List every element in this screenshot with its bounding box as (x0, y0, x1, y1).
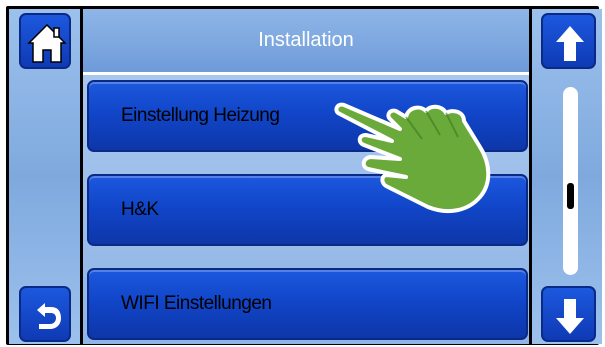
pointing-hand-icon (334, 102, 491, 214)
scroll-down-button[interactable] (541, 286, 596, 342)
header-bar: Installation (83, 9, 529, 75)
scroll-up-button[interactable] (541, 13, 596, 69)
scrollbar-thumb[interactable] (567, 183, 574, 209)
arrow-down-icon (556, 299, 584, 334)
page-title: Installation (258, 29, 354, 51)
installation-screen: Installation Einstellung Heizung H&K WIF… (0, 0, 605, 347)
home-button[interactable] (19, 13, 71, 69)
back-arrow-icon (37, 303, 61, 329)
menu-item-label: WIFI Einstellungen (121, 293, 272, 314)
scrollbar-track[interactable] (563, 87, 578, 275)
menu-item-label: Einstellung Heizung (121, 105, 280, 126)
menu-item-wifi-einstellungen[interactable]: WIFI Einstellungen (87, 268, 528, 340)
back-button[interactable] (19, 286, 71, 342)
menu-item-label: H&K (121, 199, 159, 220)
home-icon (27, 23, 67, 63)
arrow-up-icon (556, 26, 584, 61)
